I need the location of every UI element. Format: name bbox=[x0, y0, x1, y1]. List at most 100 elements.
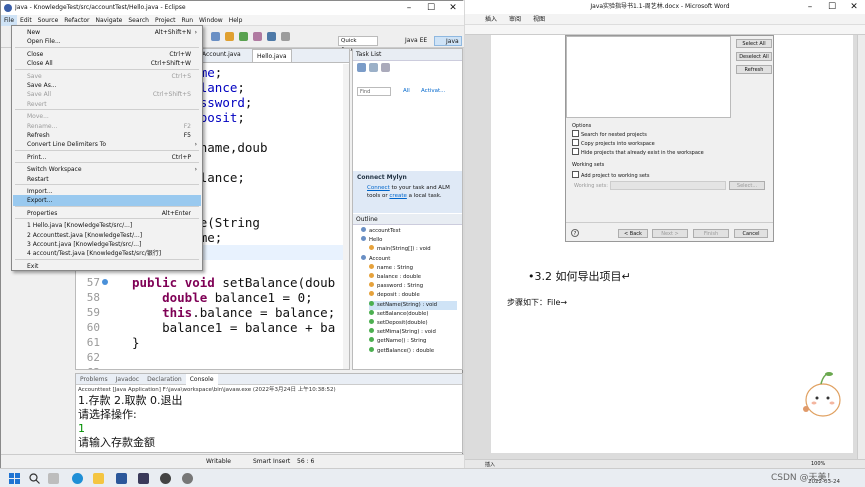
code-text: } bbox=[132, 335, 140, 350]
deselect-all-button[interactable]: Deselect All bbox=[736, 52, 772, 61]
close-icon[interactable]: ✕ bbox=[843, 0, 865, 14]
tab-console[interactable]: Console bbox=[185, 374, 218, 385]
select-all-button[interactable]: Select All bbox=[736, 39, 772, 48]
windows-start-icon[interactable] bbox=[9, 473, 20, 484]
menu-help[interactable]: Help bbox=[226, 15, 246, 26]
close-icon[interactable]: ✕ bbox=[442, 1, 464, 15]
file-explorer-icon[interactable] bbox=[93, 473, 104, 484]
app-icon[interactable] bbox=[182, 473, 193, 484]
tab-view[interactable]: 视图 bbox=[527, 14, 551, 25]
next-button[interactable]: Next > bbox=[652, 229, 688, 238]
file-menu-item[interactable]: Export... bbox=[13, 195, 201, 207]
outline-item[interactable]: setMima(String) : void bbox=[369, 328, 457, 337]
word-scrollbar[interactable] bbox=[857, 35, 865, 459]
edge-browser-icon[interactable] bbox=[72, 473, 83, 484]
outline-item[interactable]: getName() : String bbox=[369, 337, 457, 346]
maximize-icon[interactable]: ☐ bbox=[821, 0, 843, 14]
checkbox-icon[interactable] bbox=[572, 171, 579, 178]
app-icon[interactable] bbox=[160, 473, 171, 484]
code-line[interactable]: 62 bbox=[76, 350, 349, 365]
back-button[interactable]: < Back bbox=[618, 229, 648, 238]
tab-insert[interactable]: 插入 bbox=[479, 14, 503, 25]
file-menu-item[interactable]: Open File... bbox=[13, 36, 201, 47]
option-copy-projects[interactable]: Copy projects into workspace bbox=[572, 139, 655, 148]
editor-scrollbar[interactable] bbox=[343, 64, 349, 369]
file-menu-item[interactable]: Convert Line Delimiters To › bbox=[13, 139, 201, 150]
outline-item[interactable]: password : String bbox=[369, 282, 457, 291]
override-marker-icon bbox=[102, 279, 108, 285]
toolbar-tool-icon[interactable] bbox=[211, 32, 220, 41]
file-menu-item[interactable]: Properties Alt+Enter bbox=[13, 208, 201, 219]
code-line[interactable]: 59 this.balance = balance; bbox=[76, 305, 349, 320]
console-line-1: 1.存款 2.取款 0.退出 bbox=[78, 394, 183, 407]
outline-item[interactable]: deposit : double bbox=[369, 291, 457, 300]
finish-button[interactable]: Finish bbox=[693, 229, 729, 238]
code-line[interactable]: 61} bbox=[76, 335, 349, 350]
option-nested-projects[interactable]: Search for nested projects bbox=[572, 130, 647, 139]
tab-javadoc[interactable]: Javadoc bbox=[112, 374, 143, 385]
collapse-icon[interactable] bbox=[381, 63, 390, 72]
working-sets-select[interactable] bbox=[610, 181, 726, 190]
perspective-javaee[interactable]: Java EE bbox=[393, 36, 431, 46]
outline-item[interactable]: Account bbox=[361, 254, 457, 264]
minimize-icon[interactable]: – bbox=[799, 0, 821, 14]
cancel-button[interactable]: Cancel bbox=[734, 229, 768, 238]
tab-problems[interactable]: Problems bbox=[76, 374, 112, 385]
outline-item[interactable]: getBalance() : double bbox=[369, 346, 457, 356]
minimize-icon[interactable]: – bbox=[398, 1, 420, 15]
code-line[interactable]: 63 bbox=[76, 365, 349, 369]
outline-item[interactable]: Hello bbox=[361, 236, 457, 245]
file-menu-item[interactable]: Print... Ctrl+P bbox=[13, 152, 201, 163]
file-menu-item[interactable]: Restart bbox=[13, 174, 201, 185]
file-menu-item[interactable]: Revert bbox=[13, 99, 201, 110]
file-menu-item[interactable]: Exit bbox=[13, 261, 201, 272]
toolbar-tool-icon[interactable] bbox=[267, 32, 276, 41]
tab-account-java[interactable]: Account.java bbox=[202, 51, 241, 58]
system-date[interactable]: 2022-03-24 bbox=[808, 479, 840, 485]
quick-access-input[interactable]: Quick Access bbox=[338, 36, 378, 53]
tab-declaration[interactable]: Declaration bbox=[143, 374, 186, 385]
toolbar-tool-icon[interactable] bbox=[281, 32, 290, 41]
outline-item[interactable]: setName(String) : void bbox=[369, 300, 457, 310]
select-working-sets-button[interactable]: Select... bbox=[729, 181, 765, 190]
add-to-working-sets[interactable]: Add project to working sets bbox=[572, 171, 650, 180]
add-working-sets-label: Add project to working sets bbox=[581, 173, 650, 179]
code-line[interactable]: 57 public void setBalance(doub bbox=[76, 275, 349, 290]
toolbar-tool-icon[interactable] bbox=[239, 32, 248, 41]
code-line[interactable]: 58 double balance1 = 0; bbox=[76, 290, 349, 305]
outline-item[interactable]: accountTest bbox=[361, 227, 457, 236]
code-line[interactable]: 60 balance1 = balance + ba bbox=[76, 320, 349, 335]
tab-review[interactable]: 审阅 bbox=[503, 14, 527, 25]
maximize-icon[interactable]: ☐ bbox=[420, 1, 442, 15]
task-filter-all[interactable]: All bbox=[403, 88, 410, 94]
search-icon[interactable] bbox=[29, 473, 40, 484]
eclipse-app-icon[interactable] bbox=[138, 473, 149, 484]
help-icon[interactable]: ? bbox=[571, 229, 579, 237]
refresh-button[interactable]: Refresh bbox=[736, 65, 772, 74]
task-activate-link[interactable]: Activat... bbox=[421, 88, 445, 94]
checkbox-icon[interactable] bbox=[572, 148, 579, 155]
menu-separator bbox=[15, 258, 199, 260]
file-menu-item[interactable]: 4 account/Test.java [KnowledgeTest/src/银… bbox=[13, 248, 201, 259]
toolbar-tool-icon[interactable] bbox=[225, 32, 234, 41]
outline-item[interactable]: balance : double bbox=[369, 273, 457, 282]
file-menu-item[interactable]: Close All Ctrl+Shift+W bbox=[13, 58, 201, 69]
outline-item[interactable]: setDeposit(double) bbox=[369, 319, 457, 328]
perspective-java[interactable]: Java bbox=[434, 36, 462, 46]
toolbar-tool-icon[interactable] bbox=[253, 32, 262, 41]
mylyn-connect-link[interactable]: Connect bbox=[367, 185, 390, 191]
word-app-icon[interactable] bbox=[116, 473, 127, 484]
outline-item-label: getName() : String bbox=[377, 338, 427, 345]
task-find-input[interactable]: Find bbox=[357, 87, 391, 96]
mylyn-create-link[interactable]: create bbox=[389, 193, 406, 199]
outline-item[interactable]: setBalance(double) bbox=[369, 309, 457, 319]
filter-icon[interactable] bbox=[369, 63, 378, 72]
checkbox-icon[interactable] bbox=[572, 139, 579, 146]
outline-item[interactable]: main(String[]) : void bbox=[369, 245, 457, 254]
checkbox-icon[interactable] bbox=[572, 130, 579, 137]
new-task-icon[interactable] bbox=[357, 63, 366, 72]
tab-hello-java[interactable]: Hello.java bbox=[252, 49, 292, 62]
outline-item[interactable]: name : String bbox=[369, 263, 457, 273]
option-hide-projects[interactable]: Hide projects that already exist in the … bbox=[572, 148, 704, 157]
task-view-icon[interactable] bbox=[48, 473, 59, 484]
